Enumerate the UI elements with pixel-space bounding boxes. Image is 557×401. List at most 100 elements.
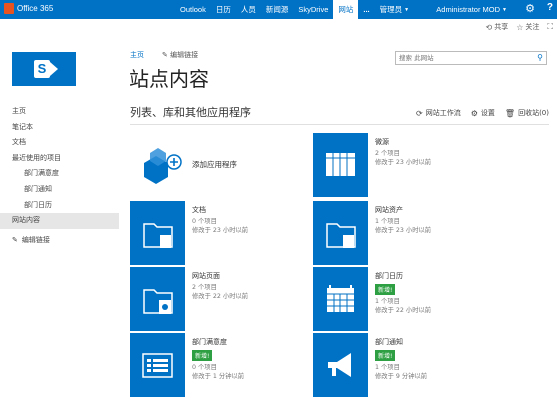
focus-icon: ⛶ xyxy=(547,22,553,31)
office365-brand[interactable]: Office 365 xyxy=(4,3,53,14)
tile-site-assets[interactable]: 网站资产 1 个项目 修改于 23 小时以前 xyxy=(313,201,553,265)
nav-people[interactable]: 人员 xyxy=(236,0,261,19)
share-label: 共享 xyxy=(494,23,509,31)
site-workflows-button[interactable]: ⟳ 网站工作流 xyxy=(416,108,461,118)
tile-name[interactable]: 部门日历 xyxy=(375,271,431,281)
leftnav-item-recent[interactable]: 最近使用的项目 xyxy=(0,151,119,167)
follow-label: 关注 xyxy=(525,23,540,31)
tile-name[interactable]: 文档 xyxy=(192,205,248,215)
chevron-down-icon: ▼ xyxy=(502,6,507,13)
folder-pages-icon xyxy=(130,267,185,331)
page-actions: ⟲ 共享 ☆ 关注 ⛶ xyxy=(486,22,553,32)
chevron-down-icon: ▼ xyxy=(404,6,410,13)
tile-info: 部门通知 新增! 1 个项目 修改于 9 分钟以前 xyxy=(375,337,427,381)
sharepoint-logo-icon: S xyxy=(34,60,50,78)
tile-modified: 修改于 23 小时以前 xyxy=(375,159,432,166)
tile-count: 1 个项目 xyxy=(375,364,400,371)
nav-newsfeed[interactable]: 新闻源 xyxy=(261,0,294,19)
tile-info: 网站资产 1 个项目 修改于 23 小时以前 xyxy=(375,205,431,235)
tile-calendar[interactable]: 部门日历 新增! 1 个项目 修改于 22 小时以前 xyxy=(313,267,553,331)
recycle-bin-label: 回收站(0) xyxy=(518,109,549,117)
tile-count: 1 个项目 xyxy=(375,218,400,225)
tile-modified: 修改于 22 小时以前 xyxy=(375,307,432,314)
pencil-icon: ✎ xyxy=(162,51,171,59)
product-name: Office 365 xyxy=(17,4,54,13)
tile-info: 部门满意度 新增! 0 个项目 修改于 1 分钟以前 xyxy=(192,337,244,381)
share-button[interactable]: ⟲ 共享 xyxy=(486,22,509,32)
nav-calendar[interactable]: 日历 xyxy=(211,0,236,19)
nav-admin[interactable]: 管理员 ▼ xyxy=(375,0,414,19)
tile-count: 1 个项目 xyxy=(375,298,400,305)
user-menu[interactable]: Administrator MOD ▼ xyxy=(436,0,507,19)
tile-info: 文档 0 个项目 修改于 23 小时以前 xyxy=(192,205,248,235)
leftnav-item-site-contents[interactable]: 网站内容 xyxy=(0,213,119,229)
page-title: 站点内容 xyxy=(129,67,209,91)
tile-count: 0 个项目 xyxy=(192,364,217,371)
tile-modified: 修改于 23 小时以前 xyxy=(375,227,432,234)
tile-info: 添加应用程序 xyxy=(192,159,237,172)
tile-modified: 修改于 23 小时以前 xyxy=(192,227,249,234)
leftnav-item-announcements[interactable]: 部门通知 xyxy=(0,182,119,198)
leftnav-item-calendar[interactable]: 部门日历 xyxy=(0,198,119,214)
trash-icon: 🗑 xyxy=(504,108,516,118)
leftnav-item-survey[interactable]: 部门满意度 xyxy=(0,166,119,182)
search-input[interactable]: 搜索 此网站 ⚲ xyxy=(395,51,547,65)
tile-weiyuan[interactable]: 微源 2 个项目 修改于 23 小时以前 xyxy=(313,133,553,197)
leftnav-item-notebook[interactable]: 笔记本 xyxy=(0,120,119,136)
focus-button[interactable]: ⛶ xyxy=(547,22,553,32)
follow-button[interactable]: ☆ 关注 xyxy=(516,22,539,32)
new-badge: 新增! xyxy=(192,350,213,361)
megaphone-icon xyxy=(313,333,368,397)
tile-name[interactable]: 部门通知 xyxy=(375,337,427,347)
leftnav-edit-label: 编辑链接 xyxy=(21,235,50,244)
tile-name[interactable]: 网站资产 xyxy=(375,205,431,215)
edit-links-label: 编辑链接 xyxy=(170,51,199,59)
share-icon: ⟲ xyxy=(485,22,493,32)
nav-outlook[interactable]: Outlook xyxy=(175,0,211,19)
help-icon[interactable]: ? xyxy=(547,2,553,13)
section-actions: ⟳ 网站工作流 ⚙ 设置 🗑 回收站(0) xyxy=(416,108,549,118)
new-badge: 新增! xyxy=(375,350,396,361)
tile-info: 网站页面 2 个项目 修改于 22 小时以前 xyxy=(192,271,248,301)
settings-label: 设置 xyxy=(480,109,495,117)
breadcrumb: 主页 ✎ 编辑链接 xyxy=(130,50,198,60)
star-icon: ☆ xyxy=(516,22,524,32)
leftnav-item-home[interactable]: 主页 xyxy=(0,104,119,120)
tile-info: 微源 2 个项目 修改于 23 小时以前 xyxy=(375,137,431,167)
new-badge: 新增! xyxy=(375,284,396,295)
tile-count: 2 个项目 xyxy=(192,284,217,291)
tile-modified: 修改于 22 小时以前 xyxy=(192,293,249,300)
folder-icon xyxy=(130,201,185,265)
site-workflows-label: 网站工作流 xyxy=(425,109,461,117)
search-placeholder: 搜索 此网站 xyxy=(399,54,434,62)
breadcrumb-home[interactable]: 主页 xyxy=(130,50,144,60)
section-title: 列表、库和其他应用程序 xyxy=(130,106,251,119)
nav-admin-label: 管理员 xyxy=(379,5,403,14)
gear-icon[interactable]: ⚙ xyxy=(525,2,535,15)
pencil-icon: ✎ xyxy=(12,235,18,244)
tile-count: 2 个项目 xyxy=(375,150,400,157)
leftnav-item-documents[interactable]: 文档 xyxy=(0,135,119,151)
site-logo[interactable]: S xyxy=(12,52,76,86)
tile-announcements[interactable]: 部门通知 新增! 1 个项目 修改于 9 分钟以前 xyxy=(313,333,553,397)
tile-count: 0 个项目 xyxy=(192,218,217,225)
tile-name[interactable]: 微源 xyxy=(375,137,431,147)
leftnav-edit-links-button[interactable]: ✎ 编辑链接 xyxy=(0,233,119,249)
tile-modified: 修改于 1 分钟以前 xyxy=(192,373,245,380)
settings-button[interactable]: ⚙ 设置 xyxy=(471,108,495,118)
logo-arrow-icon xyxy=(50,62,58,76)
tile-name[interactable]: 部门满意度 xyxy=(192,337,244,347)
nav-skydrive[interactable]: SkyDrive xyxy=(293,0,333,19)
search-icon[interactable]: ⚲ xyxy=(537,52,543,64)
survey-icon xyxy=(130,333,185,397)
recycle-bin-button[interactable]: 🗑 回收站(0) xyxy=(505,108,549,118)
edit-links-button[interactable]: ✎ 编辑链接 xyxy=(162,50,198,60)
nav-more[interactable]: ... xyxy=(358,0,374,19)
tile-name[interactable]: 添加应用程序 xyxy=(192,159,237,170)
tile-name[interactable]: 网站页面 xyxy=(192,271,248,281)
calendar-icon xyxy=(313,267,368,331)
divider xyxy=(130,124,549,125)
user-name: Administrator MOD xyxy=(436,5,501,14)
nav-sites[interactable]: 网站 xyxy=(333,0,359,19)
folder-icon xyxy=(313,201,368,265)
